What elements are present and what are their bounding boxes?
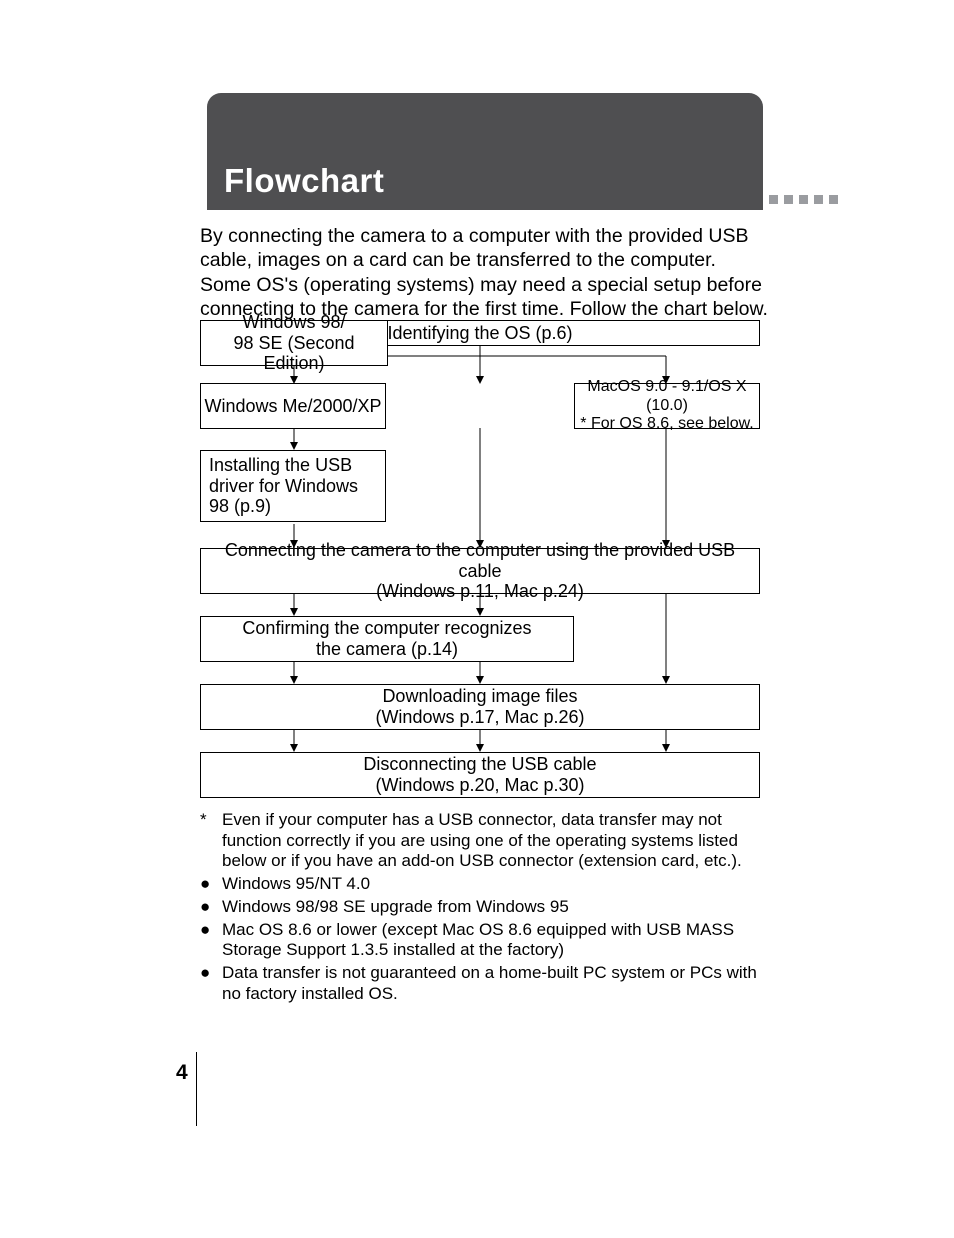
footnotes: * Even if your computer has a USB connec… bbox=[200, 810, 760, 1007]
page-number: 4 bbox=[176, 1061, 188, 1085]
manual-page: Flowchart By connecting the camera to a … bbox=[0, 0, 954, 1238]
flow-box-confirm: Confirming the computer recognizes the c… bbox=[200, 616, 574, 662]
flow-box-install: Installing the USB driver for Windows 98… bbox=[200, 450, 386, 522]
flow-box-mac: MacOS 9.0 - 9.1/OS X (10.0) * For OS 8.6… bbox=[574, 383, 760, 429]
intro-paragraph: By connecting the camera to a computer w… bbox=[200, 224, 770, 322]
page-number-rule bbox=[196, 1052, 197, 1126]
mac-line1: MacOS 9.0 - 9.1/OS X (10.0) bbox=[575, 378, 759, 415]
flowchart: Identifying the OS (p.6) Windows 98/ 98 … bbox=[200, 320, 760, 800]
flow-box-winme: Windows Me/2000/XP bbox=[200, 383, 386, 429]
flow-box-disconnect: Disconnecting the USB cable (Windows p.2… bbox=[200, 752, 760, 798]
flow-box-win98: Windows 98/ 98 SE (Second Edition) bbox=[200, 320, 388, 366]
flow-box-connect: Connecting the camera to the computer us… bbox=[200, 548, 760, 594]
flow-box-download: Downloading image files (Windows p.17, M… bbox=[200, 684, 760, 730]
page-title: Flowchart bbox=[224, 162, 384, 200]
footnote-bullet-1: ● Windows 95/NT 4.0 bbox=[200, 874, 760, 895]
mac-line2: * For OS 8.6, see below. bbox=[575, 415, 759, 433]
footnote-bullet-4: ● Data transfer is not guaranteed on a h… bbox=[200, 963, 760, 1004]
decorative-dashes bbox=[769, 195, 838, 204]
footnote-star: * Even if your computer has a USB connec… bbox=[200, 810, 760, 872]
footnote-bullet-3: ● Mac OS 8.6 or lower (except Mac OS 8.6… bbox=[200, 920, 760, 961]
footnote-bullet-2: ● Windows 98/98 SE upgrade from Windows … bbox=[200, 897, 760, 918]
